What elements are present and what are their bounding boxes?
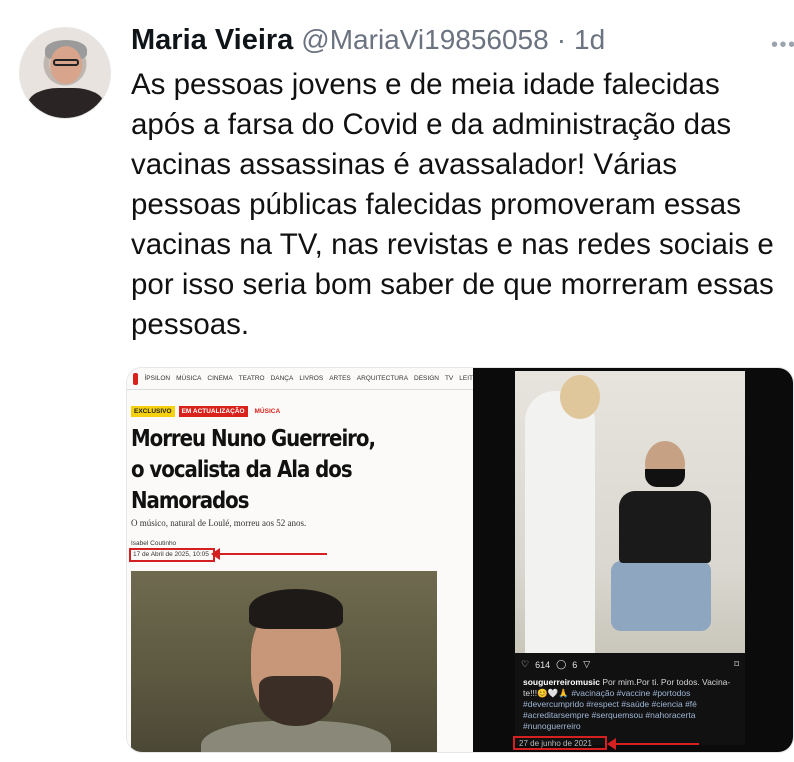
red-arrow-icon bbox=[211, 548, 327, 560]
nav-item: ARTES bbox=[329, 375, 351, 382]
instagram-username: souguerreiromusic bbox=[523, 677, 600, 687]
author-handle[interactable]: @MariaVi19856058 bbox=[301, 24, 548, 56]
tweet-header: Maria Vieira @MariaVi19856058 · 1d bbox=[131, 24, 605, 60]
article-photo bbox=[131, 571, 437, 752]
bookmark-icon: ⌑ bbox=[734, 659, 739, 669]
publico-logo-icon bbox=[133, 372, 139, 385]
man-legs bbox=[611, 561, 711, 631]
article-tags: EXCLUSIVO EM ACTUALIZAÇÃO MÚSICA bbox=[131, 406, 283, 417]
more-dots-icon[interactable]: • • • bbox=[771, 34, 794, 57]
comment-icon: ◯ bbox=[556, 659, 567, 669]
photo-beard bbox=[259, 676, 333, 726]
avatar-body bbox=[28, 88, 104, 118]
man-mask bbox=[645, 469, 685, 487]
like-count: 614 bbox=[535, 659, 551, 670]
tag-exclusive: EXCLUSIVO bbox=[131, 406, 175, 417]
nurse-head bbox=[560, 375, 600, 419]
send-icon: ▽ bbox=[583, 659, 591, 669]
article-headline: Morreu Nuno Guerreiro, o vocalista da Al… bbox=[131, 426, 376, 514]
instagram-screenshot[interactable]: ♡ 614 ◯ 6 ▽ ⌑ souguerreiromusic Por mim.… bbox=[473, 368, 793, 752]
instagram-caption: souguerreiromusic Por mim.Por ti. Por to… bbox=[523, 677, 743, 732]
tweet-timestamp[interactable]: 1d bbox=[574, 24, 605, 56]
nav-item: CINEMA bbox=[207, 375, 233, 382]
separator-dot: · bbox=[556, 24, 567, 55]
nav-item: MÚSICA bbox=[176, 375, 202, 382]
comment-count: 6 bbox=[572, 659, 578, 670]
nav-item: ÍPSILON bbox=[144, 375, 171, 382]
instagram-post: ♡ 614 ◯ 6 ▽ ⌑ souguerreiromusic Por mim.… bbox=[515, 371, 745, 745]
photo-hair bbox=[249, 589, 343, 629]
heart-icon: ♡ bbox=[521, 659, 530, 669]
tag-category: MÚSICA bbox=[254, 408, 281, 415]
nurse-figure bbox=[525, 391, 595, 653]
red-arrow-icon bbox=[607, 738, 699, 750]
article-date-highlight: 17 de Abril de 2025, 10:05 bbox=[129, 548, 215, 562]
nav-item: TEATRO bbox=[238, 375, 265, 382]
nav-item: LIVROS bbox=[299, 375, 324, 382]
instagram-photo bbox=[515, 371, 745, 653]
nav-item: ARQUITECTURA bbox=[356, 375, 409, 382]
nav-item: DANÇA bbox=[270, 375, 294, 382]
nav-item: DESIGN bbox=[414, 375, 439, 382]
instagram-date-highlight: 27 de junho de 2021 bbox=[513, 736, 607, 750]
nav-item: TV bbox=[444, 375, 454, 382]
tweet-text: As pessoas jovens e de meia idade faleci… bbox=[131, 68, 774, 341]
nav-item: LEIT bbox=[459, 375, 473, 382]
tag-updating: EM ACTUALIZAÇÃO bbox=[178, 406, 248, 417]
man-body bbox=[619, 491, 711, 563]
article-screenshot[interactable]: ÍPSILON MÚSICA CINEMA TEATRO DANÇA LIVRO… bbox=[127, 368, 473, 752]
article-author: Isabel Coutinho bbox=[131, 540, 177, 547]
article-nav: ÍPSILON MÚSICA CINEMA TEATRO DANÇA LIVRO… bbox=[127, 368, 473, 390]
author-avatar[interactable] bbox=[19, 27, 111, 119]
tweet-media[interactable]: ÍPSILON MÚSICA CINEMA TEATRO DANÇA LIVRO… bbox=[126, 367, 794, 753]
instagram-actions: ♡ 614 ◯ 6 ▽ ⌑ bbox=[521, 659, 739, 670]
article-lede: O músico, natural de Loulé, morreu aos 5… bbox=[131, 518, 307, 528]
avatar-glasses bbox=[53, 59, 79, 66]
author-name[interactable]: Maria Vieira bbox=[131, 24, 293, 57]
